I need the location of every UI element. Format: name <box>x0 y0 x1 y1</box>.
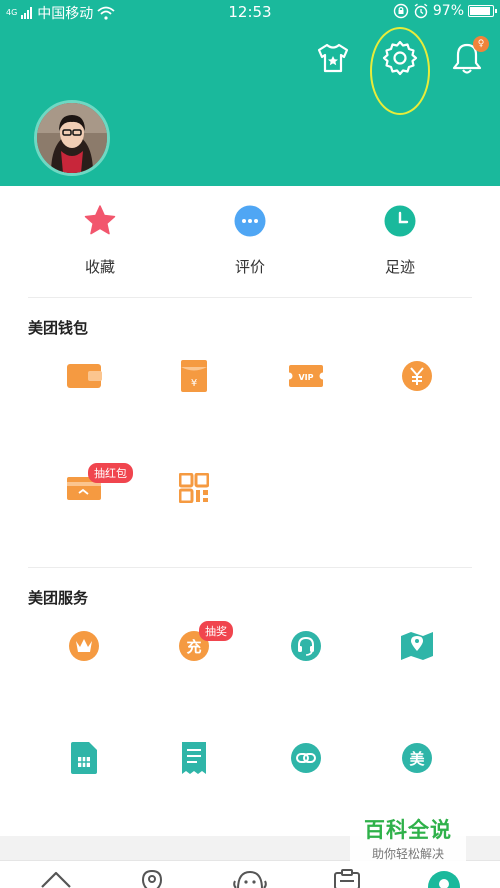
red-packet-button[interactable]: ¥ <box>174 356 214 396</box>
wallet-section-title: 美团钱包 <box>28 319 89 337</box>
wallet-button[interactable] <box>64 356 104 396</box>
home-icon <box>41 871 71 888</box>
customer-service-button[interactable] <box>286 626 326 666</box>
bottom-nav <box>0 860 500 888</box>
watermark: 百科全说 助你轻松解决 <box>350 806 466 862</box>
avatar-photo-icon <box>37 103 107 173</box>
nav-nearby[interactable] <box>132 869 172 888</box>
svg-text:¥: ¥ <box>191 378 197 389</box>
map-pin-icon <box>401 632 433 660</box>
crown-button[interactable] <box>64 626 104 666</box>
star-icon <box>83 204 117 238</box>
nav-orders[interactable] <box>327 869 367 888</box>
link-button[interactable] <box>286 738 326 778</box>
link-icon <box>291 743 321 773</box>
lottery-tag: 抽奖 <box>199 621 233 641</box>
alarm-icon <box>414 3 428 19</box>
favorites-entry[interactable]: 收藏 <box>50 204 150 277</box>
face-icon <box>233 870 267 888</box>
watermark-subtitle: 助你轻松解决 <box>371 847 444 861</box>
reviews-entry[interactable]: 评价 <box>200 204 300 277</box>
yuan-coin-icon <box>402 361 432 391</box>
shirt-button[interactable] <box>313 38 353 78</box>
notification-button[interactable]: ♀ <box>447 36 489 78</box>
qr-code-icon <box>179 473 209 503</box>
qr-code-button[interactable] <box>174 468 214 508</box>
red-packet-icon: ¥ <box>181 360 207 392</box>
history-label: 足迹 <box>384 258 415 276</box>
crown-icon <box>69 631 99 661</box>
mei-label: 美 <box>409 750 425 768</box>
sim-card-icon <box>71 742 97 774</box>
vip-card-button[interactable]: VIP <box>286 356 326 396</box>
yuan-button[interactable] <box>397 356 437 396</box>
mei-button[interactable]: 美 <box>397 738 437 778</box>
settings-highlight-annotation <box>370 27 430 115</box>
status-bar: 4G 中国移动 12:53 97% <box>0 0 500 24</box>
notification-badge: ♀ <box>473 36 489 52</box>
location-icon <box>141 870 163 888</box>
sim-card-button[interactable] <box>64 738 104 778</box>
divider <box>28 567 472 568</box>
quick-actions: 收藏 评价 足迹 <box>0 186 500 296</box>
clock-icon <box>383 204 417 238</box>
services-section-title: 美团服务 <box>28 589 89 607</box>
red-packet-tag: 抽红包 <box>88 463 133 483</box>
map-button[interactable] <box>397 626 437 666</box>
battery-icon <box>468 5 497 17</box>
vip-card-icon: VIP <box>288 365 324 387</box>
watermark-title: 百科全说 <box>364 818 452 842</box>
profile-screen: 4G 中国移动 12:53 97% ♀ 收藏 评价 足迹 美团钱包 ¥ VIP … <box>0 0 500 888</box>
profile-icon <box>428 871 460 888</box>
nav-profile[interactable] <box>424 869 464 888</box>
receipt-icon <box>182 742 206 774</box>
comment-icon <box>233 204 267 238</box>
profile-header: 4G 中国移动 12:53 97% ♀ <box>0 0 500 186</box>
nav-home[interactable] <box>36 869 76 888</box>
battery-percent: 97% <box>432 3 464 19</box>
nav-discover[interactable] <box>230 869 270 888</box>
wallet-icon <box>67 364 102 388</box>
headset-icon <box>291 631 321 661</box>
reviews-label: 评价 <box>234 258 265 276</box>
svg-text:VIP: VIP <box>298 373 313 382</box>
favorites-label: 收藏 <box>84 258 115 276</box>
divider <box>28 297 472 298</box>
receipt-button[interactable] <box>174 738 214 778</box>
history-entry[interactable]: 足迹 <box>350 204 450 277</box>
avatar[interactable] <box>34 100 110 176</box>
rotation-lock-icon <box>393 3 409 19</box>
order-icon <box>334 869 360 888</box>
status-right: 97% <box>393 3 497 19</box>
shirt-icon <box>317 43 349 73</box>
